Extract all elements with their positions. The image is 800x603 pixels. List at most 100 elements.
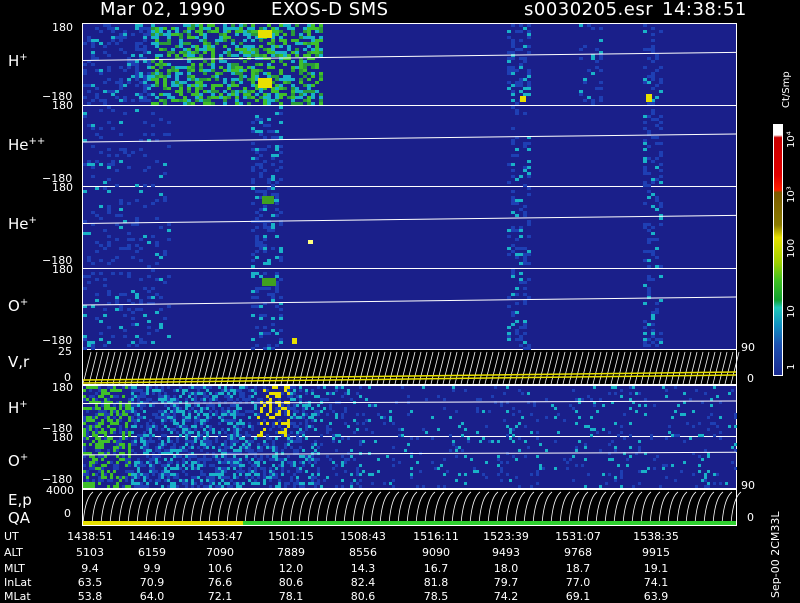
heat-cell — [365, 428, 368, 431]
heat-cell — [122, 446, 125, 449]
heat-cell — [147, 275, 151, 278]
heat-cell — [139, 190, 143, 193]
heat-cell — [147, 63, 151, 66]
heat-cell — [123, 30, 127, 33]
heat-cell — [515, 320, 519, 323]
heat-cell — [159, 323, 163, 326]
heat-cell — [410, 476, 413, 479]
heat-cell — [485, 425, 488, 428]
heat-cell — [287, 404, 290, 407]
heat-cell — [303, 36, 307, 39]
heat-cell — [251, 187, 255, 190]
heat-cell — [595, 87, 599, 90]
heat-cell — [127, 244, 131, 247]
heat-cell — [283, 87, 287, 90]
heat-cell — [209, 440, 212, 443]
heat-cell — [267, 347, 271, 350]
heat-cell — [231, 42, 235, 45]
heat-cell — [651, 193, 655, 196]
energy-stroke — [127, 491, 139, 525]
heat-cell — [251, 169, 255, 172]
heat-cell — [103, 278, 107, 281]
heat-cell — [608, 458, 611, 461]
heat-cell — [554, 407, 557, 410]
heat-cell — [179, 410, 182, 413]
heat-cell — [248, 425, 251, 428]
heat-cell — [319, 30, 323, 33]
table-cell: 14.3 — [350, 562, 376, 575]
heat-cell — [95, 187, 99, 190]
heat-cell — [320, 410, 323, 413]
heat-cell — [527, 278, 531, 281]
heat-cell — [173, 485, 176, 488]
heat-cell — [107, 24, 111, 27]
heat-cell — [271, 229, 275, 232]
heat-cell — [638, 392, 641, 395]
heat-cell — [206, 479, 209, 482]
heat-cell — [632, 485, 635, 488]
heat-cell — [255, 148, 259, 151]
panel-label-7: O+ — [8, 452, 29, 470]
heat-cell — [557, 431, 560, 434]
heat-cell — [579, 57, 583, 60]
heat-cell — [170, 416, 173, 419]
heat-cell — [545, 449, 548, 452]
heat-cell — [242, 464, 245, 467]
heat-cell — [200, 482, 203, 485]
table-cell: 1438:51 — [67, 530, 113, 543]
heat-cell — [257, 434, 260, 437]
heat-cell — [245, 443, 248, 446]
heat-cell — [314, 419, 317, 422]
heat-cell — [98, 431, 101, 434]
heat-cell — [643, 284, 647, 287]
heat-cell — [659, 275, 663, 278]
heat-cell — [91, 124, 95, 127]
heat-cell — [239, 90, 243, 93]
heat-cell — [523, 287, 527, 290]
heat-cell — [243, 96, 247, 99]
heat-cell — [212, 482, 215, 485]
heat-cell — [101, 464, 104, 467]
heat-cell — [149, 440, 152, 443]
heat-cell — [91, 127, 95, 130]
heat-cell — [332, 392, 335, 395]
heat-cell — [507, 305, 511, 308]
heat-cell — [302, 413, 305, 416]
heat-cell — [563, 419, 566, 422]
heat-cell — [113, 410, 116, 413]
heat-cell — [263, 205, 267, 208]
heat-cell — [188, 458, 191, 461]
heat-cell — [173, 416, 176, 419]
heat-cell — [655, 54, 659, 57]
heat-cell — [173, 476, 176, 479]
heat-cell — [242, 398, 245, 401]
heat-cell — [231, 81, 235, 84]
heat-cell — [299, 446, 302, 449]
heat-cell — [143, 416, 146, 419]
heat-cell — [89, 425, 92, 428]
heat-cell — [224, 410, 227, 413]
heat-cell — [641, 470, 644, 473]
heat-cell — [290, 416, 293, 419]
heat-cell — [659, 169, 663, 172]
heat-cell — [119, 160, 123, 163]
heat-cell — [158, 437, 161, 440]
heat-cell — [299, 69, 303, 72]
heat-cell — [99, 127, 103, 130]
heat-cell — [95, 87, 99, 90]
heat-cell — [263, 467, 266, 470]
heat-cell — [344, 458, 347, 461]
heat-cell — [91, 42, 95, 45]
heat-cell — [655, 338, 659, 341]
heat-cell — [194, 422, 197, 425]
heat-cell — [236, 398, 239, 401]
heat-cell — [119, 199, 123, 202]
heat-cell — [140, 425, 143, 428]
heat-cell — [155, 33, 159, 36]
heat-cell — [92, 395, 95, 398]
heat-cell — [734, 413, 737, 416]
heat-cell — [617, 464, 620, 467]
heat-cell — [131, 33, 135, 36]
heat-cell — [125, 422, 128, 425]
heat-cell — [131, 482, 134, 485]
